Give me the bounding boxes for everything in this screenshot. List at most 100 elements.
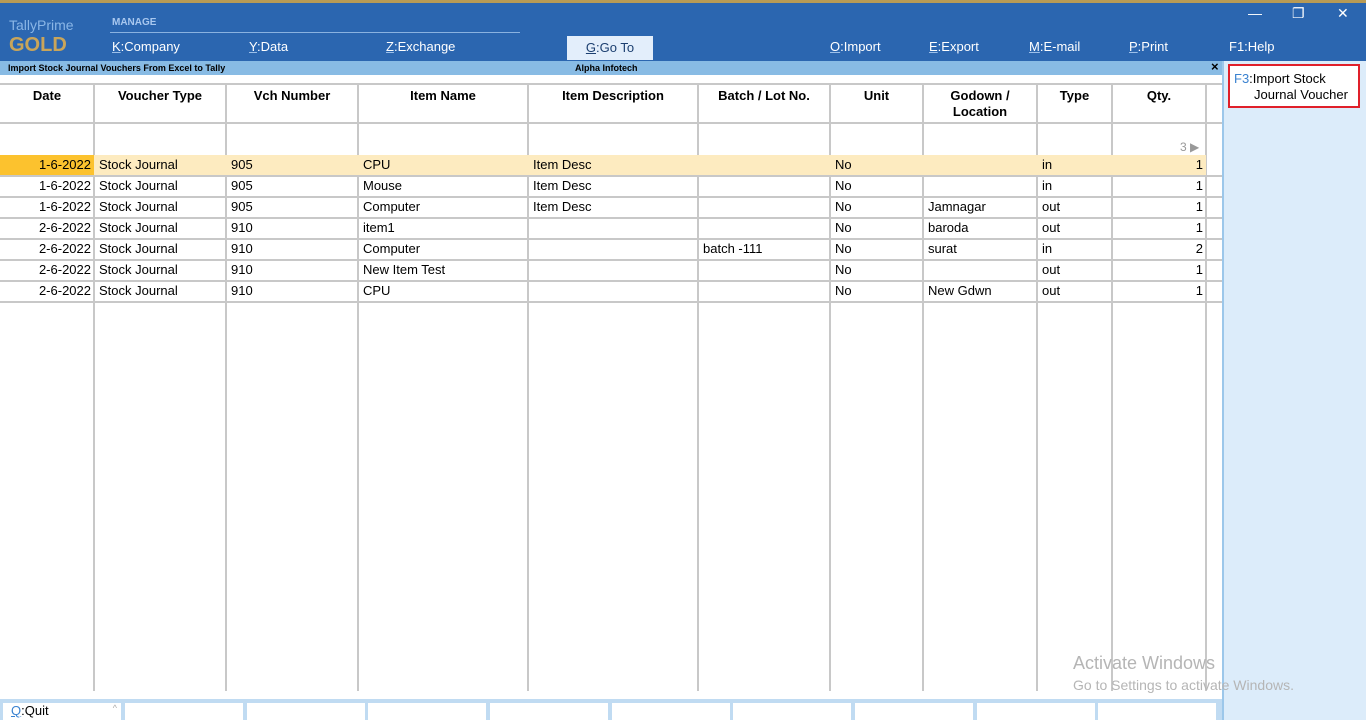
cell-godown: New Gdwn [928,283,1034,298]
cell-qty: 1 [1117,283,1203,298]
cell-unit: No [835,199,920,214]
header-godown: Godown / Location [927,88,1033,120]
row-divider [0,301,1222,303]
cell-godown: Jamnagar [928,199,1034,214]
footer-empty-button[interactable] [490,703,608,720]
cell-item-name: Mouse [363,178,525,193]
restore-icon[interactable]: ❐ [1292,5,1305,22]
menu-email[interactable]: M:E-mail [1029,39,1080,54]
header-qty: Qty. [1116,88,1202,104]
report-title: Import Stock Journal Vouchers From Excel… [8,61,225,75]
table-row[interactable]: 2-6-2022 Stock Journal 910 item1 No baroda out… [0,218,1206,238]
cell-date: 2-6-2022 [5,262,91,277]
cell-vch-number: 905 [231,199,355,214]
cell-vch-number: 910 [231,262,355,277]
header-type: Type [1041,88,1108,104]
footer-empty-button[interactable] [855,703,973,720]
cell-qty: 1 [1117,199,1203,214]
menu-help[interactable]: F1:Help [1229,39,1275,54]
header-unit: Unit [834,88,919,104]
cell-vch-number: 910 [231,220,355,235]
cell-type: out [1042,283,1109,298]
header-voucher-type: Voucher Type [98,88,222,104]
footer-empty-button[interactable] [368,703,486,720]
cell-type: out [1042,262,1109,277]
cell-qty: 1 [1117,178,1203,193]
cell-vch-number: 910 [231,241,355,256]
cell-voucher-type: Stock Journal [99,241,223,256]
cell-godown: surat [928,241,1034,256]
footer-empty-button[interactable] [977,703,1095,720]
table-row[interactable]: 2-6-2022Stock Journal910CPUNoNew Gdwnout… [0,281,1206,301]
footer-empty-button[interactable] [1098,703,1216,720]
cell-date: 2-6-2022 [5,283,91,298]
cell-unit: No [835,220,920,235]
table-row[interactable]: 1-6-2022Stock Journal905ComputerItem Des… [0,197,1206,217]
cell-item-name: CPU [363,157,525,172]
cell-type: in [1042,157,1109,172]
cell-unit: No [835,262,920,277]
header-item-name: Item Name [362,88,524,104]
cell-unit: No [835,283,920,298]
cell-vch-number: 910 [231,283,355,298]
table-row[interactable]: 2-6-2022Stock Journal910New Item TestNoo… [0,260,1206,280]
page-indicator[interactable]: 3 ▶ [1180,140,1199,154]
cell-type: out [1042,220,1109,235]
watermark-title: Activate Windows [1073,653,1215,674]
cell-qty: 2 [1117,241,1203,256]
cell-item-name: Computer [363,199,525,214]
table-row[interactable]: 2-6-2022Stock Journal910Computerbatch -1… [0,239,1206,259]
cell-type: in [1042,178,1109,193]
table-row[interactable]: 1-6-2022 Stock Journal 905 CPU Item Desc No in… [0,155,1206,175]
menu-goto[interactable]: G:Go To [567,36,653,60]
footer-empty-button[interactable] [125,703,243,720]
cell-item-description: Item Desc [533,157,695,172]
right-button-panel: F3:Import Stock Journal Voucher [1222,61,1366,720]
cell-voucher-type: Stock Journal [99,178,223,193]
footer-empty-button[interactable] [612,703,730,720]
menu-section-label: MANAGE [112,17,156,28]
company-name: Alpha Infotech [575,61,638,75]
cell-godown: baroda [928,220,1034,235]
cell-voucher-type: Stock Journal [99,262,223,277]
menu-exchange[interactable]: Z:Exchange [386,39,455,54]
divider [110,32,520,33]
cell-qty: 1 [1117,262,1203,277]
cell-unit: No [835,241,920,256]
cell-unit: No [835,157,920,172]
watermark-subtitle: Go to Settings to activate Windows. [1073,677,1294,693]
close-report-icon[interactable]: × [1211,60,1219,74]
brand-product: TallyPrime [9,17,74,33]
cell-date: 1-6-2022 [5,157,91,172]
header-batch-lot: Batch / Lot No. [702,88,826,104]
report-title-bar: Import Stock Journal Vouchers From Excel… [0,61,1222,75]
cell-batch-lot: batch -111 [703,241,827,256]
quit-button[interactable]: Q:Quit^ [3,703,121,720]
menu-company[interactable]: K:Company [112,39,180,54]
cell-item-description: Item Desc [533,199,695,214]
voucher-table: 3 ▶ DateVoucher TypeVch NumberItem NameI… [0,83,1222,691]
menu-data[interactable]: Y:Data [249,39,288,54]
cell-voucher-type: Stock Journal [99,157,223,172]
minimize-icon[interactable]: — [1248,5,1262,21]
cell-unit: No [835,178,920,193]
footer-empty-button[interactable] [247,703,365,720]
cell-vch-number: 905 [231,178,355,193]
header-item-description: Item Description [532,88,694,104]
cell-item-name: Computer [363,241,525,256]
cell-type: out [1042,199,1109,214]
menu-print[interactable]: P:Print [1129,39,1168,54]
cell-item-name: item1 [363,220,525,235]
table-row[interactable]: 1-6-2022 Stock Journal 905 Mouse Item Desc No… [0,176,1206,196]
cell-item-description: Item Desc [533,178,695,193]
close-window-icon[interactable]: ✕ [1337,5,1349,22]
cell-vch-number: 905 [231,157,355,172]
menu-export[interactable]: E:Export [929,39,979,54]
menu-import[interactable]: O:Import [830,39,881,54]
cell-date: 2-6-2022 [5,220,91,235]
footer-button-bar: Q:Quit^ [0,699,1222,720]
cell-date: 1-6-2022 [5,178,91,193]
footer-empty-button[interactable] [733,703,851,720]
cell-voucher-type: Stock Journal [99,220,223,235]
import-stock-journal-button[interactable]: F3:Import Stock Journal Voucher [1228,64,1360,108]
